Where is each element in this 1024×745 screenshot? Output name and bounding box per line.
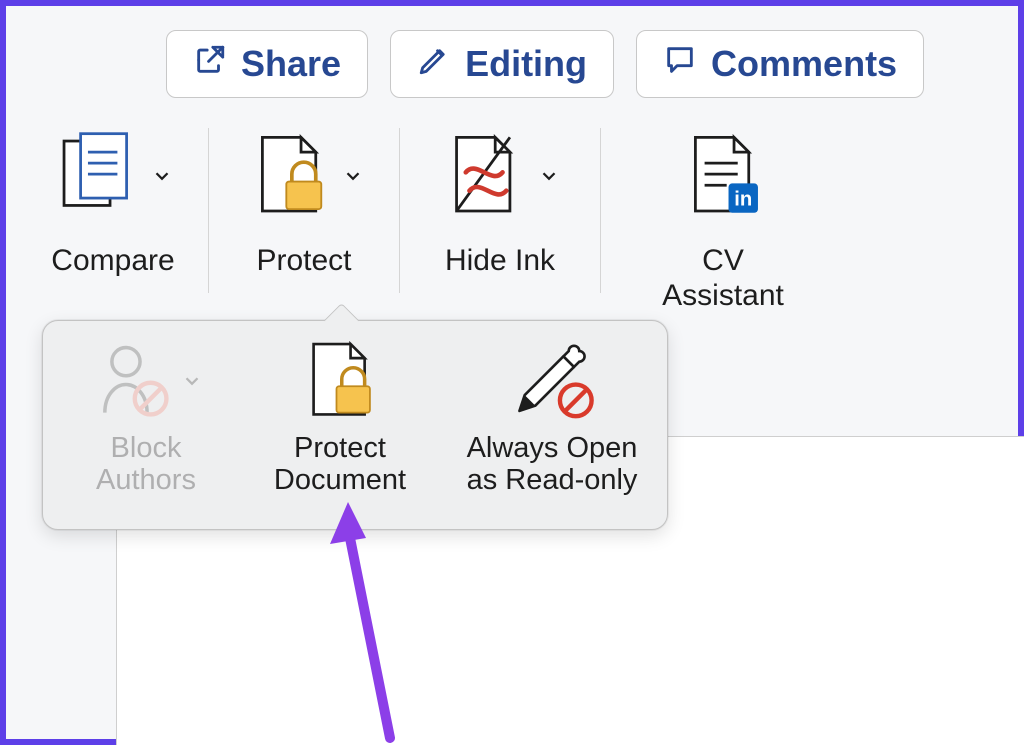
ribbon-row: Compare Protect <box>6 118 1018 328</box>
editing-mode-button[interactable]: Editing <box>390 30 614 98</box>
protect-document-label: ProtectDocument <box>274 433 406 497</box>
chevron-down-icon <box>538 165 560 192</box>
protect-label: Protect <box>256 244 351 279</box>
chevron-down-icon <box>181 370 203 397</box>
comments-button[interactable]: Comments <box>636 30 924 98</box>
hide-ink-button[interactable]: Hide Ink <box>400 118 600 279</box>
protect-dropdown-popover: BlockAuthors ProtectDocument <box>42 320 668 530</box>
protect-document-icon <box>296 337 384 430</box>
share-label: Share <box>241 43 341 85</box>
block-authors-button: BlockAuthors <box>51 331 241 523</box>
hide-ink-icon <box>440 130 532 227</box>
editing-label: Editing <box>465 43 587 85</box>
always-open-read-only-label: Always Openas Read-only <box>467 433 638 497</box>
chevron-down-icon <box>342 165 364 192</box>
top-action-row: Share Editing Comments <box>6 6 1018 118</box>
always-open-read-only-button[interactable]: Always Openas Read-only <box>439 331 665 523</box>
share-icon <box>193 43 227 86</box>
read-only-pencil-icon <box>502 337 602 430</box>
protect-document-button[interactable]: ProtectDocument <box>241 331 439 523</box>
hide-ink-label: Hide Ink <box>445 244 555 279</box>
pencil-icon <box>417 43 451 86</box>
protect-lock-icon <box>244 130 336 227</box>
comment-icon <box>663 43 697 86</box>
svg-text:in: in <box>734 188 752 210</box>
protect-button[interactable]: Protect <box>209 118 399 279</box>
share-button[interactable]: Share <box>166 30 368 98</box>
compare-documents-icon <box>53 130 145 227</box>
cv-assistant-button[interactable]: in CVAssistant <box>601 118 821 313</box>
block-authors-icon <box>89 337 177 430</box>
chevron-down-icon <box>151 165 173 192</box>
cv-assistant-label: CVAssistant <box>662 244 784 313</box>
comments-label: Comments <box>711 43 897 85</box>
block-authors-label: BlockAuthors <box>96 433 196 497</box>
app-frame: Share Editing Comments <box>0 0 1024 745</box>
compare-label: Compare <box>51 244 174 279</box>
cv-assistant-icon: in <box>677 130 769 227</box>
compare-button[interactable]: Compare <box>18 118 208 279</box>
